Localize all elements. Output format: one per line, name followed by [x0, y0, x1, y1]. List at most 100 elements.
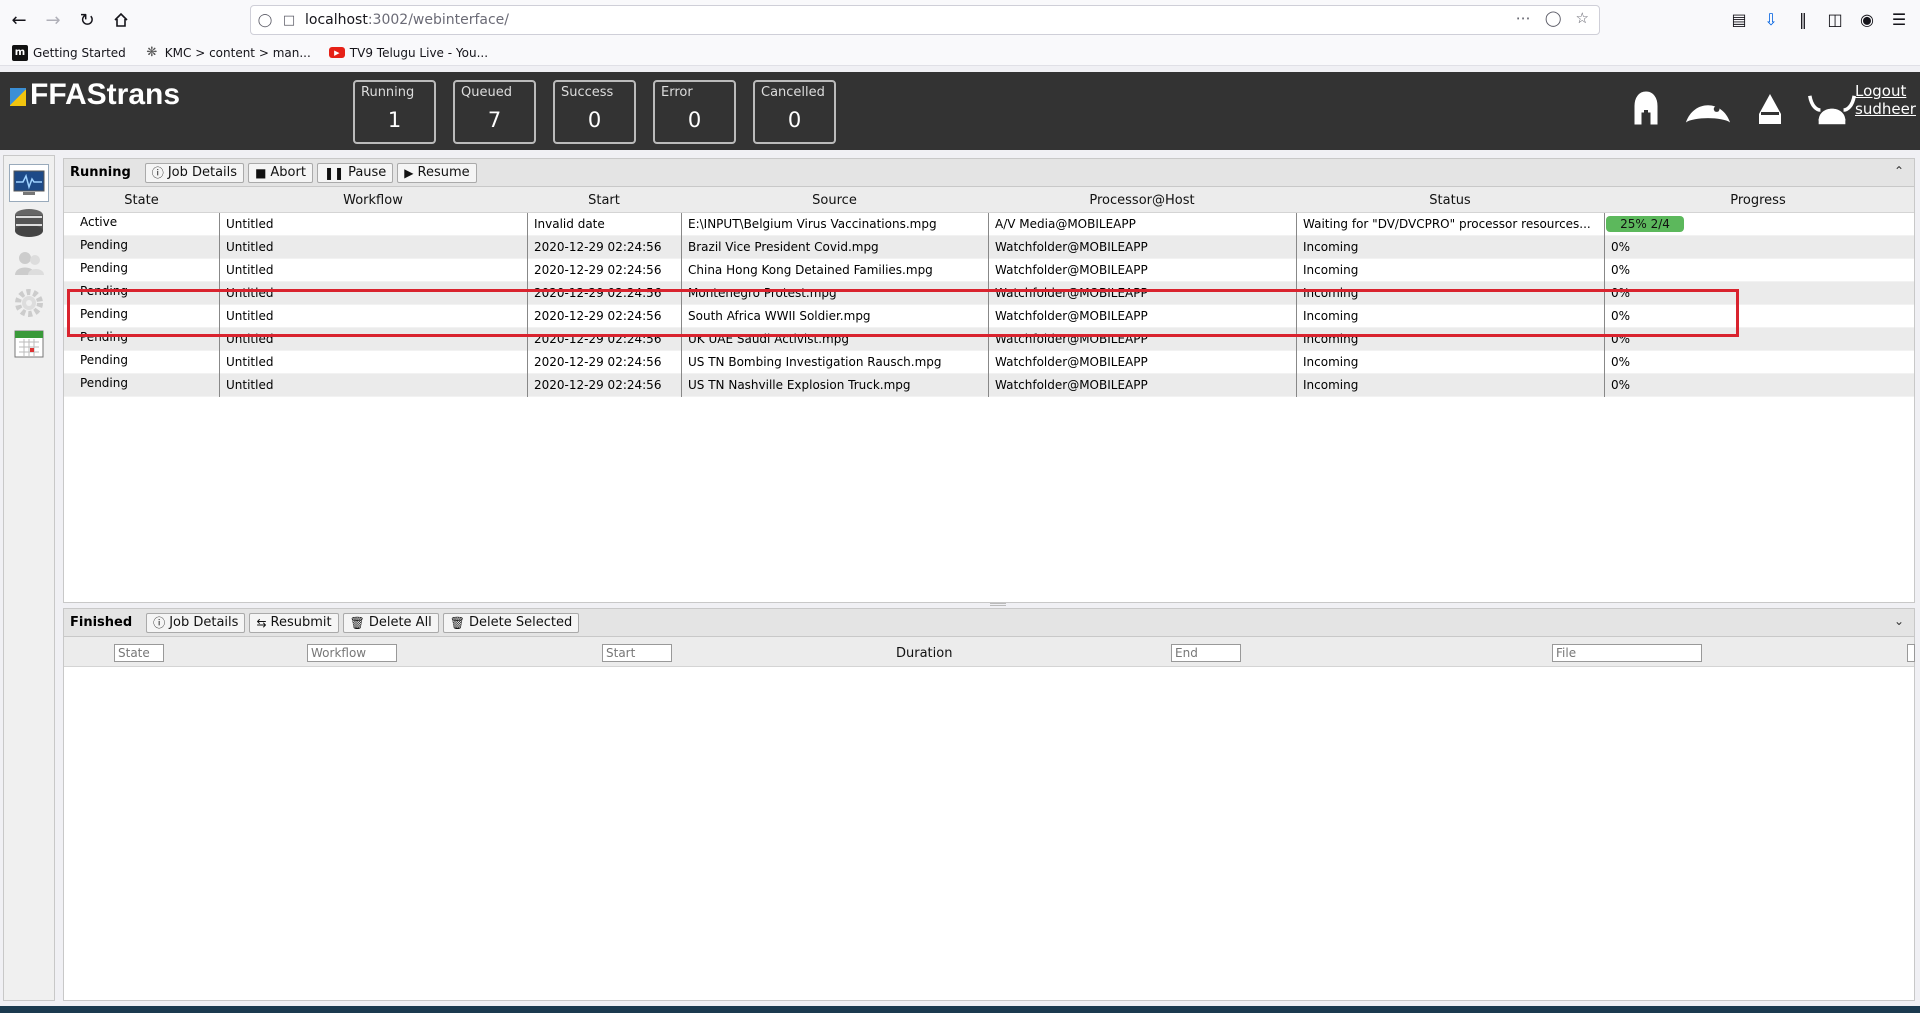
resume-button[interactable]: ▶ Resume	[397, 162, 477, 183]
film-reel-icon	[15, 209, 43, 237]
cell-progress: 0%	[1604, 374, 1912, 397]
bicorne-helmet-icon[interactable]	[1684, 86, 1732, 134]
running-toolbar: Running ⓘ Job Details ■ Abort ❚❚ Pause ▶ Res…	[64, 159, 1914, 187]
logout-link[interactable]: Logout sudheer	[1855, 82, 1916, 118]
sidebar-item-scheduler[interactable]	[9, 324, 49, 362]
more-actions-icon[interactable]: ⋯	[1516, 9, 1531, 27]
counter-queued: Queued 7	[453, 80, 536, 144]
counter-cancelled: Cancelled 0	[753, 80, 836, 144]
cell-progress: 0%	[1604, 259, 1912, 282]
cell-state: Pending	[80, 238, 128, 252]
duration-column-label: Duration	[896, 646, 953, 661]
abort-button[interactable]: ■ Abort	[248, 162, 313, 183]
cell-status: Incoming	[1296, 259, 1604, 282]
url-bar[interactable]: ◯ □ localhost:3002/webinterface/ ⋯ ◯ ☆	[250, 5, 1600, 35]
column-header-processor[interactable]: Processor@Host	[988, 193, 1296, 208]
finished-toolbar: Finished ⓘ Job Details ⇆ Resubmit 🗑 Delete …	[64, 609, 1914, 637]
cell-processor: Watchfolder@MOBILEAPP	[988, 305, 1296, 328]
running-job-details-button[interactable]: ⓘ Job Details	[144, 162, 245, 183]
column-header-progress[interactable]: Progress	[1604, 193, 1912, 208]
cell-progress: 0%	[1604, 351, 1912, 374]
arrow-right-icon: →	[45, 9, 61, 31]
pocket-icon[interactable]: ◯	[1545, 9, 1562, 27]
filter-extra-input[interactable]	[1907, 644, 1915, 662]
filter-state-input[interactable]: State	[114, 644, 164, 662]
url-text[interactable]: localhost:3002/webinterface/	[305, 12, 509, 28]
counter-error: Error 0	[653, 80, 736, 144]
sidebar-item-monitor[interactable]	[9, 164, 49, 202]
cell-status: Incoming	[1296, 282, 1604, 305]
filter-workflow-input[interactable]: Workflow	[307, 644, 397, 662]
cell-state: Active	[80, 215, 118, 229]
chevron-up-icon[interactable]: ⌃	[1894, 164, 1904, 178]
spartan-helmet-icon[interactable]	[1622, 86, 1670, 134]
bookmarks-bar: m Getting Started ❋ KMC > content > man.…	[0, 40, 1920, 66]
finished-panel-title: Finished	[70, 615, 133, 630]
table-row[interactable]: Pending Untitled 2020-12-29 02:24:56 US TN …	[64, 351, 1914, 374]
finished-job-details-button[interactable]: ⓘ Job Details	[146, 612, 246, 633]
m-icon: m	[12, 44, 28, 61]
cell-status: Incoming	[1296, 305, 1604, 328]
pause-button[interactable]: ❚❚ Pause	[316, 162, 394, 183]
knight-helmet-icon[interactable]	[1746, 86, 1794, 134]
cell-start: 2020-12-29 02:24:56	[527, 328, 681, 351]
download-icon[interactable]: ⇩	[1760, 5, 1782, 33]
cell-source: China Hong Kong Detained Families.mpg	[681, 259, 988, 282]
reload-button[interactable]: ↻	[72, 5, 102, 35]
table-row[interactable]: Pending Untitled 2020-12-29 02:24:56 China …	[64, 259, 1914, 282]
column-header-state[interactable]: State	[64, 193, 219, 208]
counter-success: Success 0	[553, 80, 636, 144]
bookmark-tv9[interactable]: ▶ TV9 Telugu Live - You...	[328, 46, 488, 60]
chevron-down-icon[interactable]: ⌄	[1894, 614, 1904, 628]
app-logo: FFAStrans	[10, 78, 180, 112]
table-row[interactable]: Active Untitled Invalid date E:\INPUT\Belgi…	[64, 213, 1914, 236]
cell-progress: 25% 2/4	[1604, 213, 1912, 236]
cell-status: Incoming	[1296, 351, 1604, 374]
table-row[interactable]: Pending Untitled 2020-12-29 02:24:56 Monten…	[64, 282, 1914, 305]
cell-progress: 0%	[1604, 305, 1912, 328]
bookmark-star-icon[interactable]: ☆	[1576, 9, 1589, 27]
bookmark-kmc[interactable]: ❋ KMC > content > man...	[144, 45, 310, 61]
cell-processor: Watchfolder@MOBILEAPP	[988, 236, 1296, 259]
delete-selected-button[interactable]: 🗑 Delete Selected	[442, 612, 580, 633]
forward-button[interactable]: →	[38, 5, 68, 35]
column-header-workflow[interactable]: Workflow	[219, 193, 527, 208]
finished-panel: Finished ⓘ Job Details ⇆ Resubmit 🗑 Delete …	[63, 608, 1915, 1001]
cell-workflow: Untitled	[219, 236, 527, 259]
cell-processor: Watchfolder@MOBILEAPP	[988, 259, 1296, 282]
cell-start: 2020-12-29 02:24:56	[527, 351, 681, 374]
viking-helmet-icon[interactable]	[1808, 86, 1856, 134]
delete-all-button[interactable]: 🗑 Delete All	[342, 612, 439, 633]
table-row[interactable]: Pending Untitled 2020-12-29 02:24:56 US TN …	[64, 374, 1914, 397]
home-icon	[114, 12, 128, 27]
save-to-pocket-icon[interactable]: ▤	[1728, 5, 1750, 33]
cell-source: E:\INPUT\Belgium Virus Vaccinations.mpg	[681, 213, 988, 236]
filter-file-input[interactable]: File	[1552, 644, 1702, 662]
filter-end-input[interactable]: End	[1171, 644, 1241, 662]
table-row[interactable]: Pending Untitled 2020-12-29 02:24:56 South …	[64, 305, 1914, 328]
bookmark-getting-started[interactable]: m Getting Started	[12, 44, 126, 61]
resubmit-button[interactable]: ⇆ Resubmit	[249, 612, 339, 633]
table-row[interactable]: Pending Untitled 2020-12-29 02:24:56 UK UAE…	[64, 328, 1914, 351]
column-header-source[interactable]: Source	[681, 193, 988, 208]
sidebar-item-users[interactable]	[9, 244, 49, 282]
account-icon[interactable]: ◉	[1856, 5, 1878, 33]
running-table-header: State Workflow Start Source Processor@Ho…	[64, 187, 1914, 213]
column-header-start[interactable]: Start	[527, 193, 681, 208]
back-button[interactable]: ←	[4, 5, 34, 35]
app-header: FFAStrans Running 1 Queued 7 Success 0 E…	[0, 72, 1920, 150]
cell-state: Pending	[80, 353, 128, 367]
panel-splitter-handle[interactable]	[990, 603, 1006, 606]
home-button[interactable]	[106, 5, 136, 35]
table-row[interactable]: Pending Untitled 2020-12-29 02:24:56 Brazil…	[64, 236, 1914, 259]
column-header-status[interactable]: Status	[1296, 193, 1604, 208]
repeat-icon: ⇆	[256, 615, 267, 630]
sidebar-item-settings[interactable]	[9, 284, 49, 322]
menu-icon[interactable]: ☰	[1888, 5, 1910, 33]
username-text: sudheer	[1855, 100, 1916, 118]
sidebar-toggle-icon[interactable]: ◫	[1824, 5, 1846, 33]
sidebar-item-jobs[interactable]	[9, 204, 49, 242]
library-icon[interactable]: ‖	[1792, 5, 1814, 33]
filter-start-input[interactable]: Start	[602, 644, 672, 662]
shield-icon[interactable]: ◯	[251, 13, 279, 28]
